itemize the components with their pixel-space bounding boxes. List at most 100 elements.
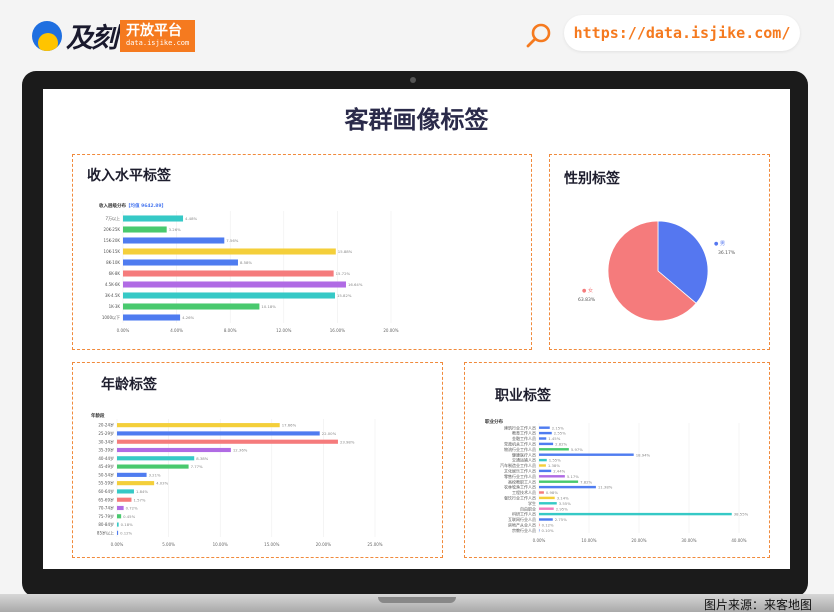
bar	[117, 464, 189, 469]
logo-badge-top: 开放平台	[126, 22, 182, 39]
data-label: 8.58%	[240, 260, 252, 265]
data-label: 16.64%	[348, 282, 363, 287]
category-label: 55-59岁	[98, 480, 114, 486]
data-label: 11.38%	[598, 485, 613, 490]
income-panel: 收入水平标签 收入层级分布【均值 9642.89】 0.00% 4.00% 8.00%…	[72, 154, 532, 350]
data-label: 5.17%	[567, 474, 579, 479]
category-label: 3K-4.5K	[105, 293, 121, 298]
data-label: 1.55%	[549, 458, 561, 463]
data-label: 0.72%	[126, 506, 138, 511]
bar	[539, 475, 565, 478]
data-label: 12.36%	[233, 448, 248, 453]
data-label: 0.98%	[546, 490, 558, 495]
data-label: 2.44%	[553, 469, 565, 474]
bar	[123, 248, 336, 255]
income-panel-title: 收入水平标签	[87, 168, 171, 184]
category-label: 高校教职工人员	[508, 478, 536, 484]
category-label: 60-64岁	[98, 488, 114, 494]
tick-label: 5.00%	[162, 542, 175, 547]
category-label: 45-49岁	[98, 463, 114, 469]
category-label: 7万以上	[105, 215, 120, 221]
bar	[123, 281, 346, 288]
logo-badge-bottom: data.isjike.com	[126, 38, 190, 47]
bar	[117, 505, 124, 511]
data-label: 23.98%	[340, 439, 355, 444]
category-label: 8K-10K	[106, 260, 120, 265]
webcam-icon	[410, 77, 416, 83]
job-chart: 职业分布 0.00% 10.00% 20.00% 30.00% 40.00% 建筑行业工作人…	[485, 418, 749, 543]
tick-label: 25.00%	[367, 542, 382, 547]
page-title: 客群画像标签	[344, 106, 489, 134]
category-label: 1K-3K	[109, 304, 121, 309]
category-label: 党政机关工作人员	[504, 441, 536, 447]
brand-logo[interactable]: 及刻 开放平台 data.isjike.com	[32, 16, 196, 55]
data-label: 17.66%	[282, 423, 297, 428]
logo-text: 及刻	[66, 23, 118, 54]
bar	[539, 529, 540, 532]
pie-value-label: 63.83%	[578, 297, 596, 303]
chart-title: 职业分布	[485, 418, 503, 425]
data-label: 0.12%	[542, 523, 554, 528]
data-label: 15.82%	[337, 293, 352, 298]
url-pill[interactable]: https://data.isjike.com/	[564, 15, 800, 51]
bar	[539, 491, 544, 494]
gender-panel: 性别标签 ● 男 36.17% ● 女 63.83%	[549, 154, 770, 350]
category-label: 互联网行业人员	[508, 516, 536, 522]
data-label: 4.26%	[182, 315, 194, 320]
data-label: 2.75%	[555, 517, 567, 522]
data-label: 8.38%	[196, 456, 208, 461]
bar	[539, 437, 547, 440]
category-label: 学生	[528, 500, 536, 506]
data-label: 0.10%	[542, 528, 554, 533]
logo-badge: 开放平台 data.isjike.com	[120, 19, 196, 52]
bar	[539, 469, 552, 473]
chart-title: 收入层级分布【均值 9642.89】	[99, 202, 166, 209]
bar	[539, 480, 579, 483]
category-label: 汽车制造业工作人员	[500, 462, 536, 468]
category-label: 教育工作人员	[512, 430, 536, 436]
bar	[539, 448, 569, 451]
tick-label: 10.00%	[213, 542, 228, 547]
tick-label: 20.00%	[316, 542, 331, 547]
bar	[117, 472, 147, 477]
bar	[539, 458, 547, 462]
category-label: 50-54岁	[98, 471, 114, 477]
tick-label: 30.00%	[681, 538, 696, 543]
data-label: 2.15%	[552, 425, 564, 430]
data-label: 4.48%	[185, 216, 197, 221]
data-label: 3.55%	[559, 501, 571, 506]
category-label: 1000以下	[102, 315, 120, 320]
tick-label: 40.00%	[731, 538, 746, 543]
data-label: 2.82%	[555, 442, 567, 447]
bar	[539, 442, 554, 446]
data-label: 10.18%	[261, 304, 276, 309]
tick-label: 0.00%	[111, 542, 124, 547]
bar	[117, 489, 134, 494]
bar	[539, 502, 557, 505]
data-label: 1.45%	[548, 436, 560, 441]
category-label: 20-24岁	[98, 422, 114, 428]
bar	[539, 453, 634, 456]
category-label: 80-84岁	[98, 521, 114, 527]
search-icon[interactable]	[526, 22, 552, 48]
category-label: 农林牧渔工作人员	[504, 484, 536, 490]
category-label: 85岁以上	[97, 529, 114, 535]
bar	[123, 237, 225, 244]
tick-label: 0.00%	[117, 328, 130, 333]
bar	[123, 314, 181, 321]
tick-label: 4.00%	[170, 328, 183, 333]
bar	[123, 303, 260, 310]
data-label: 22.00%	[322, 431, 337, 436]
logo-mark-icon	[32, 20, 62, 51]
data-label: 7.77%	[191, 464, 203, 469]
top-header: 及刻 开放平台 data.isjike.com https://data.isj…	[0, 0, 834, 66]
tick-label: 20.00%	[631, 538, 646, 543]
category-label: 70-74岁	[98, 505, 114, 511]
job-panel: 职业标签 职业分布 0.00% 10.00% 20.00% 30.00% 40.00% 建筑…	[464, 362, 770, 558]
category-label: 4.5K-6K	[105, 282, 121, 287]
category-label: 30-34岁	[98, 438, 114, 444]
category-label: 10K-15K	[104, 249, 121, 254]
category-label: 40-44岁	[98, 455, 114, 461]
category-label: 餐饮行业工作人员	[504, 495, 536, 501]
category-label: 建筑行业工作人员	[504, 424, 536, 430]
